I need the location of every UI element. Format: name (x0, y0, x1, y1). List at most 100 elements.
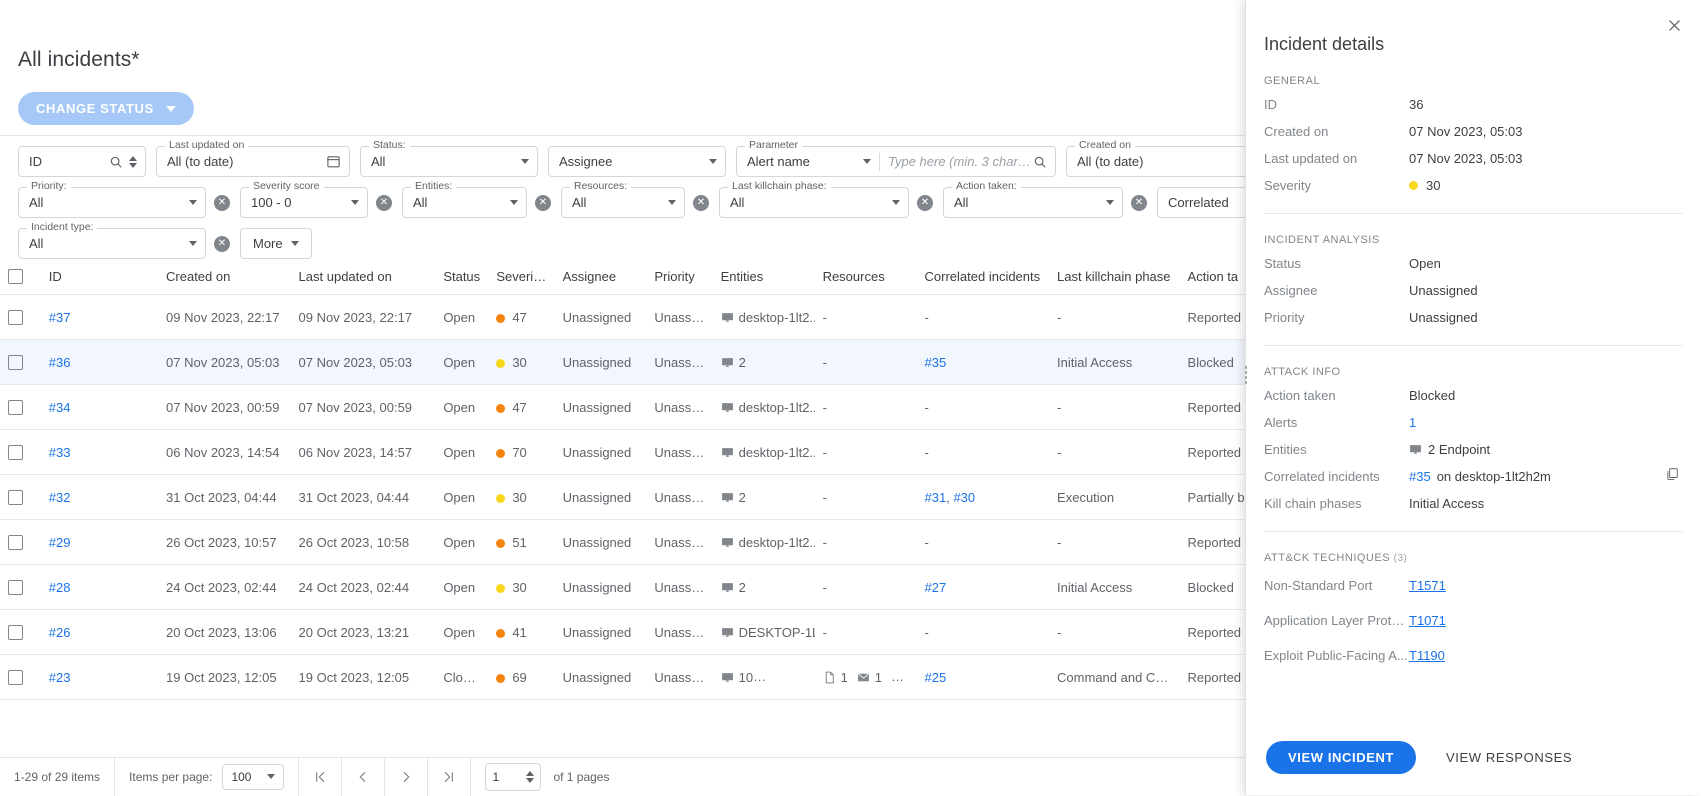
entity-chip[interactable]: 1 (823, 670, 848, 685)
clear-priority-button[interactable]: ✕ (214, 195, 230, 211)
entity-chip[interactable]: desktop-1lt2... (721, 310, 815, 325)
filter-action-taken[interactable]: Action taken: All (943, 187, 1123, 218)
entity-chip[interactable]: 2 (721, 355, 746, 370)
cell-last-killchain-phase: - (1049, 430, 1180, 475)
col-last-killchain-phase[interactable]: Last killchain phase (1049, 258, 1180, 295)
correlated-incident-link[interactable]: #31 (925, 490, 947, 505)
clear-last-killchain-phase-button[interactable]: ✕ (917, 195, 933, 211)
filter-assignee[interactable]: Assignee (548, 146, 726, 177)
col-id[interactable]: ID (41, 258, 158, 295)
filter-status[interactable]: Status: All (360, 146, 538, 177)
row-checkbox[interactable] (8, 670, 23, 685)
filter-last-killchain-phase[interactable]: Last killchain phase: All (719, 187, 909, 218)
filter-parameter-search-input[interactable]: Type here (min. 3 characters) (888, 154, 1033, 169)
entity-chip[interactable]: desktop-1lt2... (721, 400, 815, 415)
col-entities[interactable]: Entities (713, 258, 815, 295)
row-checkbox[interactable] (8, 445, 23, 460)
clear-incident-type-button[interactable]: ✕ (214, 236, 230, 252)
clear-resources-button[interactable]: ✕ (693, 195, 709, 211)
change-status-button[interactable]: CHANGE STATUS (18, 92, 194, 125)
entity-chip[interactable]: 10 (721, 670, 753, 685)
cell-priority: Unassign... (646, 610, 712, 655)
filter-parameter[interactable]: Parameter Alert name Type here (min. 3 c… (736, 146, 1056, 177)
detail-link[interactable]: 1 (1409, 412, 1416, 433)
col-correlated-incidents[interactable]: Correlated incidents (917, 258, 1050, 295)
last-page-button[interactable] (428, 758, 470, 796)
correlated-incident-link[interactable]: #30 (953, 490, 975, 505)
entity-chip[interactable]: 2 (721, 490, 746, 505)
filter-entities[interactable]: Entities: All (402, 187, 527, 218)
filter-incident-type[interactable]: Incident type: All (18, 228, 206, 259)
page-number-input[interactable]: 1 (485, 763, 541, 791)
correlated-incident-link[interactable]: #35 (925, 355, 947, 370)
incident-id-link[interactable]: #28 (49, 580, 71, 595)
close-panel-button[interactable] (1661, 12, 1687, 38)
incident-id-link[interactable]: #23 (49, 670, 71, 685)
detail-link[interactable]: #35 (1409, 466, 1431, 487)
entity-chip[interactable]: 1 (796, 670, 814, 685)
filter-last-updated-on[interactable]: Last updated on All (to date) (156, 146, 350, 177)
copy-button[interactable] (1665, 466, 1679, 487)
col-created-on[interactable]: Created on (158, 258, 291, 295)
row-checkbox[interactable] (8, 625, 23, 640)
view-responses-button[interactable]: VIEW RESPONSES (1440, 749, 1578, 766)
cell-priority: Unassign... (646, 385, 712, 430)
select-all-checkbox[interactable] (8, 269, 23, 284)
filter-severity-score[interactable]: Severity score 100 - 0 (240, 187, 368, 218)
detail-value: Blocked (1409, 385, 1455, 406)
col-last-updated-on[interactable]: Last updated on (291, 258, 436, 295)
view-incident-button[interactable]: VIEW INCIDENT (1266, 741, 1416, 774)
correlated-incident-link[interactable]: #25 (925, 670, 947, 685)
correlated-incident-link[interactable]: #27 (925, 580, 947, 595)
filter-priority[interactable]: Priority: All (18, 187, 206, 218)
incident-id-link[interactable]: #34 (49, 400, 71, 415)
clear-entities-button[interactable]: ✕ (535, 195, 551, 211)
col-resources[interactable]: Resources (815, 258, 917, 295)
clear-action-taken-button[interactable]: ✕ (1131, 195, 1147, 211)
incident-id-link[interactable]: #33 (49, 445, 71, 460)
id-stepper[interactable] (129, 156, 137, 168)
col-severity[interactable]: Severity ... (488, 258, 554, 295)
more-filters-button[interactable]: More (240, 228, 312, 259)
technique-code-link[interactable]: T1571 (1409, 575, 1446, 596)
previous-page-button[interactable] (342, 758, 384, 796)
search-icon[interactable] (1033, 155, 1047, 169)
col-status[interactable]: Status (435, 258, 488, 295)
entity-chip[interactable]: desktop-1lt2... (721, 535, 815, 550)
entity-chip[interactable]: 2 (721, 580, 746, 595)
col-assignee[interactable]: Assignee (555, 258, 647, 295)
incident-id-link[interactable]: #26 (49, 625, 71, 640)
severity-dot (496, 584, 505, 593)
entity-chip[interactable]: 1 (857, 670, 882, 685)
monitor-icon (721, 446, 734, 459)
incident-id-link[interactable]: #32 (49, 490, 71, 505)
page-stepper[interactable] (526, 771, 534, 783)
next-page-button[interactable] (385, 758, 427, 796)
filter-id[interactable]: ID (18, 146, 146, 177)
entity-label: 2 (739, 580, 746, 595)
incident-id-link[interactable]: #36 (49, 355, 71, 370)
calendar-icon[interactable] (326, 154, 341, 169)
technique-row: Application Layer Proto...T1071 (1246, 603, 1701, 638)
clear-severity-score-button[interactable]: ✕ (376, 195, 392, 211)
col-priority[interactable]: Priority (646, 258, 712, 295)
first-page-button[interactable] (299, 758, 341, 796)
row-checkbox[interactable] (8, 400, 23, 415)
row-checkbox[interactable] (8, 355, 23, 370)
items-per-page-select[interactable]: 100 (222, 764, 284, 790)
row-checkbox[interactable] (8, 580, 23, 595)
monitor-icon (721, 356, 734, 369)
row-checkbox[interactable] (8, 490, 23, 505)
row-checkbox[interactable] (8, 310, 23, 325)
filter-resources[interactable]: Resources: All (561, 187, 685, 218)
filter-created-on[interactable]: Created on All (to date) (1066, 146, 1261, 177)
entity-chip[interactable]: DESKTOP-1L... (721, 625, 815, 640)
incident-id-link[interactable]: #29 (49, 535, 71, 550)
technique-code-link[interactable]: T1190 (1409, 645, 1445, 666)
technique-code-link[interactable]: T1071 (1409, 610, 1446, 631)
panel-resize-handle[interactable] (1240, 360, 1252, 390)
row-checkbox[interactable] (8, 535, 23, 550)
filter-last-killchain-phase-label: Last killchain phase: (728, 181, 831, 192)
entity-chip[interactable]: desktop-1lt2... (721, 445, 815, 460)
incident-id-link[interactable]: #37 (49, 310, 71, 325)
